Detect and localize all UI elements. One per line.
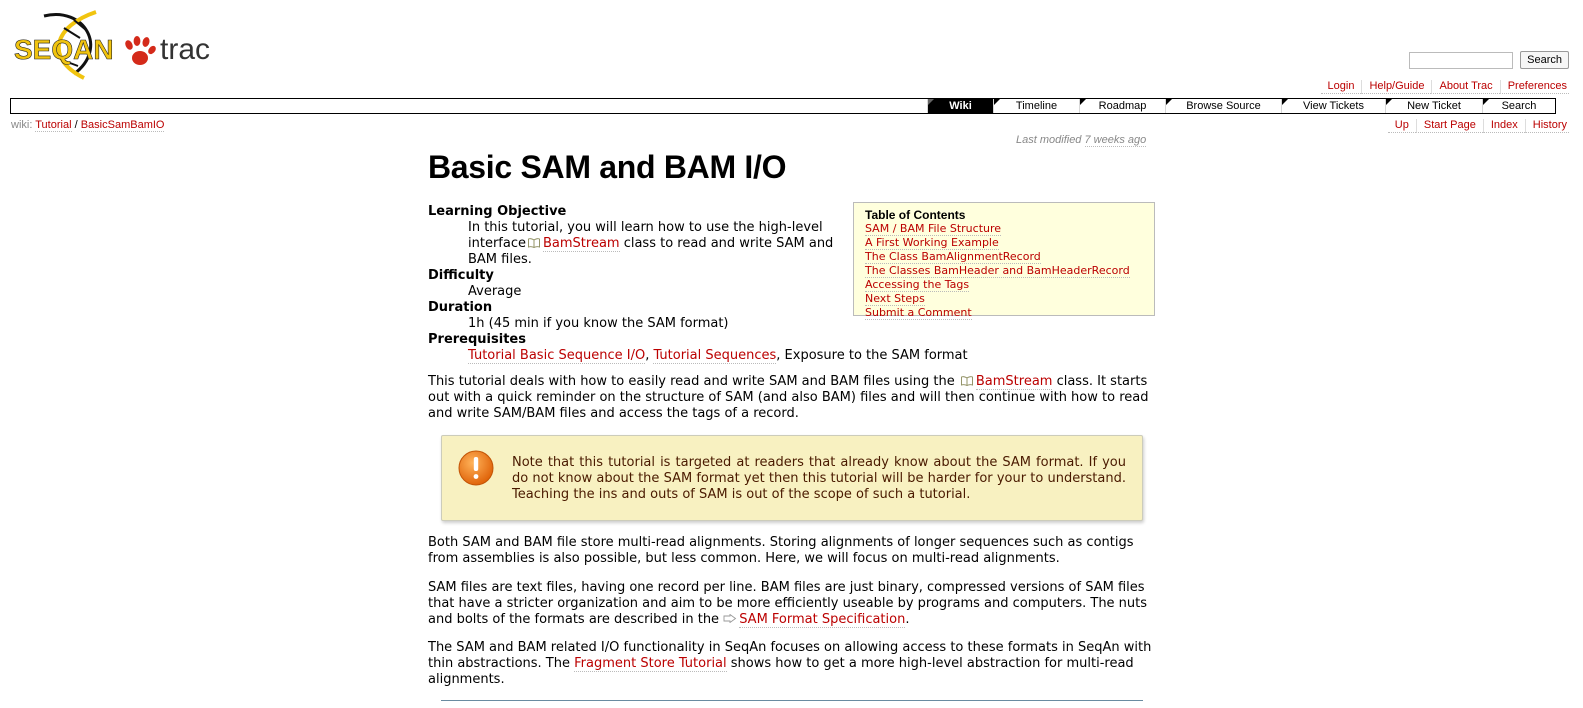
index-link[interactable]: Index	[1482, 119, 1525, 133]
warning-icon	[458, 450, 494, 486]
objective-text: In this tutorial, you will learn how to …	[468, 220, 848, 268]
start-page-link[interactable]: Start Page	[1415, 119, 1483, 133]
book-icon	[960, 376, 973, 386]
logo-seqan-text: SEQAN	[14, 34, 114, 65]
toc-title: Table of Contents	[865, 208, 966, 222]
bamstream-link[interactable]: BamStream	[542, 236, 620, 252]
search-button[interactable]: Search	[1520, 51, 1569, 69]
prerequisites-label: Prerequisites	[428, 332, 526, 347]
toc-item-bamalignmentrecord[interactable]: The Class BamAlignmentRecord	[865, 250, 1041, 264]
prereq-tail: , Exposure to the SAM format	[776, 348, 968, 363]
breadcrumb-tutorial[interactable]: Tutorial	[35, 119, 72, 132]
search-input[interactable]	[1409, 51, 1514, 69]
context-navigation: Up Start Page Index History	[1387, 119, 1569, 133]
breadcrumb-basicsambamio[interactable]: BasicSamBamIO	[80, 119, 165, 132]
toc-item-submit-comment[interactable]: Submit a Comment	[865, 306, 972, 320]
main-navigation: Wiki Timeline Roadmap Browse Source View…	[10, 98, 1556, 114]
difficulty-label: Difficulty	[428, 268, 494, 283]
history-link[interactable]: History	[1524, 119, 1569, 133]
last-modified: Last modified 7 weeks ago	[1016, 134, 1147, 147]
nav-tab-view-tickets[interactable]: View Tickets	[1281, 99, 1385, 113]
book-icon	[528, 238, 540, 248]
trac-paw-icon	[125, 36, 156, 65]
nav-tab-new-ticket[interactable]: New Ticket	[1385, 99, 1482, 113]
logo-trac-text: trac	[160, 33, 210, 66]
fragment-store-tutorial-link[interactable]: Fragment Store Tutorial	[574, 656, 727, 672]
toc-item-bamheader[interactable]: The Classes BamHeader and BamHeaderRecor…	[865, 264, 1130, 278]
sam-format-spec-link[interactable]: SAM Format Specification	[739, 612, 906, 628]
breadcrumb-separator: /	[74, 119, 78, 131]
preferences-link[interactable]: Preferences	[1499, 80, 1569, 94]
page-title: Basic SAM and BAM I/O	[428, 149, 787, 185]
nav-tab-wiki[interactable]: Wiki	[927, 99, 993, 113]
prereq-link-basic-seq-io[interactable]: Tutorial Basic Sequence I/O	[468, 348, 646, 364]
duration-label: Duration	[428, 300, 493, 315]
wiki-content: Basic SAM and BAM I/O Table of Contents …	[428, 148, 1156, 701]
intro-paragraph: This tutorial deals with how to easily r…	[428, 374, 1156, 422]
seqan-io-paragraph: The SAM and BAM related I/O functionalit…	[428, 640, 1156, 688]
prerequisites-value: Tutorial Basic Sequence I/O, Tutorial Se…	[468, 348, 1068, 364]
breadcrumb-label: wiki:	[11, 119, 33, 131]
breadcrumb: wiki: Tutorial / BasicSamBamIO	[11, 119, 165, 132]
sam-files-paragraph: SAM files are text files, having one rec…	[428, 580, 1156, 628]
warning-note: Note that this tutorial is targeted at r…	[441, 435, 1143, 521]
tutorial-meta: Learning Objective In this tutorial, you…	[428, 204, 968, 364]
objective-label: Learning Objective	[428, 204, 567, 219]
search-form: Search	[1409, 51, 1569, 69]
toc-item-next-steps[interactable]: Next Steps	[865, 292, 925, 306]
nav-tab-search[interactable]: Search	[1482, 99, 1555, 113]
meta-navigation: Login Help/Guide About Trac Preferences	[1320, 80, 1569, 94]
login-link[interactable]: Login	[1320, 80, 1362, 94]
help-guide-link[interactable]: Help/Guide	[1361, 80, 1432, 94]
up-link[interactable]: Up	[1387, 119, 1416, 133]
toc-item-first-example[interactable]: A First Working Example	[865, 236, 999, 250]
nav-tab-timeline[interactable]: Timeline	[993, 99, 1079, 113]
alignments-paragraph: Both SAM and BAM file store multi-read a…	[428, 535, 1134, 566]
section-divider	[441, 700, 1143, 701]
toc-item-accessing-tags[interactable]: Accessing the Tags	[865, 278, 970, 292]
prereq-link-sequences[interactable]: Tutorial Sequences	[653, 348, 777, 364]
nav-tab-browse-source[interactable]: Browse Source	[1165, 99, 1281, 113]
about-trac-link[interactable]: About Trac	[1431, 80, 1500, 94]
duration-value: 1h (45 min if you know the SAM format)	[468, 316, 729, 331]
nav-tab-roadmap[interactable]: Roadmap	[1079, 99, 1165, 113]
sam-files-text-2: .	[905, 612, 910, 627]
last-modified-label: Last modified	[1016, 134, 1082, 146]
site-logo[interactable]: SEQAN trac	[14, 8, 229, 82]
intro-bamstream-link[interactable]: BamStream	[975, 374, 1053, 390]
toc-item-file-structure[interactable]: SAM / BAM File Structure	[865, 222, 1002, 236]
last-modified-ago-link[interactable]: 7 weeks ago	[1084, 134, 1147, 147]
warning-note-text: Note that this tutorial is targeted at r…	[512, 455, 1126, 502]
external-link-icon	[723, 614, 737, 623]
table-of-contents: Table of Contents SAM / BAM File Structu…	[853, 202, 1155, 320]
intro-text-1: This tutorial deals with how to easily r…	[428, 374, 955, 389]
difficulty-value: Average	[468, 284, 522, 299]
